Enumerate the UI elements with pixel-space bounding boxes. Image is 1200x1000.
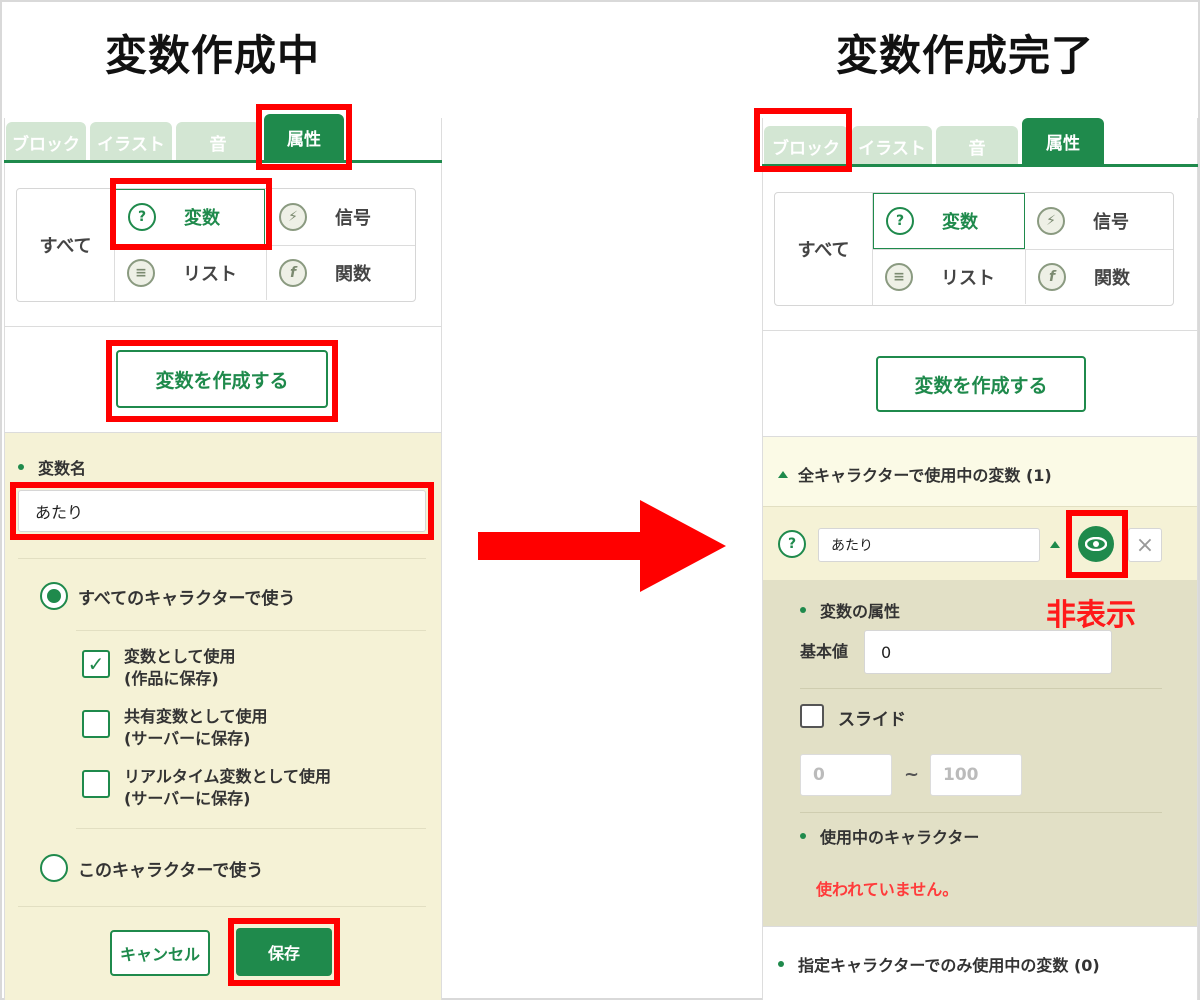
function-icon: f [279, 259, 307, 287]
highlight-create-button [106, 340, 338, 422]
form-top-divider [4, 432, 442, 433]
radio-this-character[interactable]: このキャラクターで使う [40, 854, 263, 882]
function-icon: f [1038, 263, 1066, 291]
bullet-dot [778, 961, 784, 967]
radio-all-characters[interactable]: すべてのキャラクターで使う [40, 582, 295, 610]
signal-icon: ⚡ [1037, 207, 1065, 235]
create-variable-button[interactable]: 変数を作成する [876, 356, 1086, 412]
category-function-label: 関数 [1094, 268, 1130, 289]
category-signal-label: 信号 [1093, 212, 1129, 233]
used-characters-label-text: 使用中のキャラクター [820, 828, 980, 847]
variable-name-input[interactable]: あたり [818, 528, 1040, 562]
default-value-input[interactable]: 0 [864, 630, 1112, 674]
signal-icon: ⚡ [279, 203, 307, 231]
right-title: 変数作成完了 [836, 31, 1095, 80]
unused-message: 使われていません。 [816, 880, 959, 899]
category-function[interactable]: f 関数 [266, 246, 416, 300]
category-function-label: 関数 [335, 264, 371, 285]
check-icon: ✓ [82, 650, 110, 678]
section-all-characters[interactable]: 全キャラクターで使用中の変数 (1) [778, 462, 1052, 486]
highlight-block-tab [754, 108, 852, 172]
used-characters-label: 使用中のキャラクター [800, 824, 979, 848]
category-signal-label: 信号 [335, 208, 371, 229]
slide-range-separator: ~ [904, 764, 920, 785]
props-divider-2 [800, 812, 1162, 813]
section-specific-characters[interactable]: 指定キャラクターでのみ使用中の変数 (0) [778, 952, 1100, 976]
properties-label-text: 変数の属性 [820, 602, 901, 621]
tab-attribute[interactable]: 属性 [1022, 118, 1104, 164]
checkbox-variable[interactable]: ✓ 変数として使用 (作品に保存) [82, 646, 236, 690]
checkbox-slide[interactable]: スライド [800, 704, 906, 734]
category-list-label: リスト [183, 264, 237, 285]
category-list[interactable]: ≡ リスト [115, 246, 265, 300]
section-specific-divider [762, 926, 1198, 927]
checkbox-shared-variable[interactable]: 共有変数として使用 (サーバーに保存) [82, 706, 268, 750]
default-value-label: 基本値 [800, 642, 849, 661]
checkbox-empty [82, 710, 110, 738]
variable-name-label: 変数名 [18, 455, 86, 479]
list-icon: ≡ [127, 259, 155, 287]
checkbox-empty [82, 770, 110, 798]
slide-min-input[interactable]: 0 [800, 754, 892, 796]
props-divider-1 [800, 688, 1162, 689]
bullet-dot [800, 607, 806, 613]
form-divider-1 [18, 558, 426, 559]
checkbox-variable-label: 変数として使用 (作品に保存) [124, 647, 236, 688]
tab-sound[interactable]: 音 [176, 122, 260, 162]
variable-name-label-text: 変数名 [38, 459, 87, 478]
category-variable-label: 変数 [942, 212, 978, 233]
section-specific-label: 指定キャラクターでのみ使用中の変数 (0) [798, 956, 1100, 975]
list-icon: ≡ [885, 263, 913, 291]
tab-sound[interactable]: 音 [936, 126, 1018, 166]
close-icon[interactable]: × [1128, 528, 1162, 562]
triangle-up-icon [778, 470, 788, 478]
question-icon: ? [778, 530, 806, 558]
checkbox-realtime-variable[interactable]: リアルタイム変数として使用 (サーバーに保存) [82, 766, 331, 810]
category-list[interactable]: ≡ リスト [873, 250, 1025, 304]
section-all-characters-label: 全キャラクターで使用中の変数 (1) [798, 466, 1052, 485]
list-top-divider [762, 436, 1198, 437]
form-divider-2 [76, 630, 426, 631]
checkbox-realtime-label: リアルタイム変数として使用 (サーバーに保存) [124, 767, 332, 808]
left-title: 変数作成中 [105, 31, 321, 80]
tab-underline [4, 160, 442, 163]
section-divider [4, 326, 442, 327]
category-signal[interactable]: ⚡ 信号 [266, 189, 416, 245]
slide-max-input[interactable]: 100 [930, 754, 1022, 796]
properties-label: 変数の属性 [800, 598, 900, 622]
tab-illust[interactable]: イラスト [852, 126, 932, 166]
category-function[interactable]: f 関数 [1025, 250, 1173, 304]
checkbox-shared-label: 共有変数として使用 (サーバーに保存) [124, 707, 268, 748]
highlight-attribute-tab [256, 104, 352, 170]
category-all[interactable]: すべて [775, 193, 873, 305]
highlight-eye-button [1066, 510, 1128, 578]
triangle-up-icon[interactable] [1050, 541, 1060, 548]
arrow-right-icon [478, 500, 726, 592]
question-icon: ? [886, 207, 914, 235]
section-divider [762, 330, 1198, 331]
form-divider-4 [18, 906, 426, 907]
highlight-save-button [228, 918, 340, 986]
category-signal[interactable]: ⚡ 信号 [1025, 193, 1173, 249]
category-list-label: リスト [941, 268, 995, 289]
radio-circle-empty [40, 854, 68, 882]
category-variable[interactable]: ? 変数 [873, 193, 1025, 249]
cancel-button[interactable]: キャンセル [110, 930, 210, 976]
highlight-variable-category [110, 178, 272, 250]
hide-annotation: 非表示 [1046, 598, 1136, 633]
radio-all-characters-label: すべてのキャラクターで使う [78, 588, 296, 609]
form-divider-3 [76, 828, 426, 829]
tab-block[interactable]: ブロック [6, 122, 86, 162]
radio-circle-selected [40, 582, 68, 610]
checkbox-empty [800, 704, 824, 728]
highlight-name-input [10, 482, 434, 540]
bullet-dot [18, 464, 24, 470]
tab-illust[interactable]: イラスト [90, 122, 172, 162]
category-all[interactable]: すべて [17, 189, 115, 301]
radio-this-character-label: このキャラクターで使う [78, 860, 264, 881]
checkbox-slide-label: スライド [838, 710, 906, 730]
bullet-dot [800, 833, 806, 839]
